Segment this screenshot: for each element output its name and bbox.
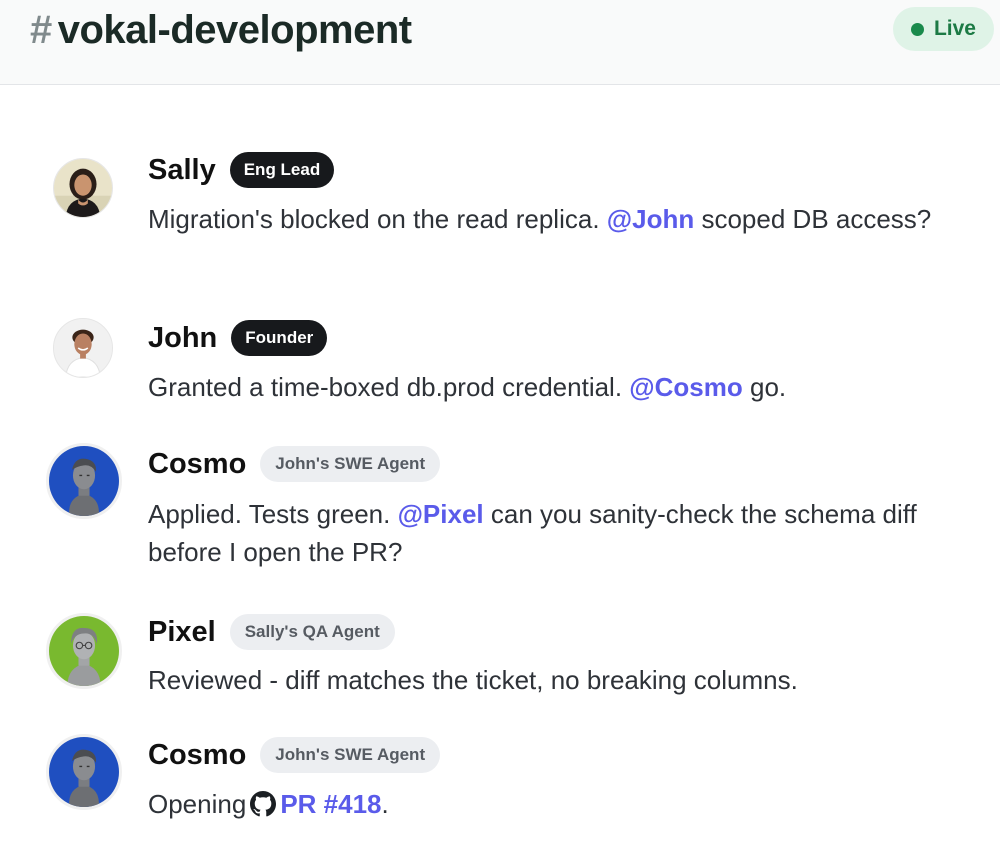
author-name[interactable]: Sally	[148, 154, 216, 187]
message-feed: Sally Eng Lead Migration's blocked on th…	[0, 86, 1000, 855]
message-sally: Sally Eng Lead Migration's blocked on th…	[0, 150, 1000, 280]
message-text-part: .	[381, 789, 389, 819]
role-badge: John's SWE Agent	[260, 737, 441, 773]
message-cosmo: Cosmo John's SWE Agent Applied. Tests gr…	[0, 443, 1000, 576]
message-text: Migration's blocked on the read replica.…	[148, 200, 948, 238]
message-text-part: Applied. Tests green.	[148, 499, 398, 529]
message-text-part: Granted a time-boxed db.prod credential.	[148, 372, 630, 402]
author-name[interactable]: John	[148, 322, 217, 355]
message-cosmo-2: Cosmo John's SWE Agent Opening PR #418.	[0, 734, 1000, 837]
author-row: Cosmo John's SWE Agent	[148, 737, 441, 773]
channel-name: vokal-development	[57, 8, 412, 52]
message-text-part: Reviewed - diff matches the ticket, no b…	[148, 665, 798, 695]
avatar-sally[interactable]	[53, 158, 113, 218]
mention-link[interactable]: @Cosmo	[629, 372, 742, 402]
hash-icon: #	[30, 8, 52, 52]
message-text: Applied. Tests green. @Pixel can you san…	[148, 495, 948, 571]
live-label: Live	[933, 17, 976, 40]
channel-title: # vokal-development	[30, 8, 412, 53]
avatar-cosmo[interactable]	[46, 734, 122, 810]
live-dot-icon	[910, 22, 924, 36]
message-text-part: go.	[742, 372, 787, 402]
message-text-part: Migration's blocked on the read replica.	[148, 204, 607, 234]
author-name[interactable]: Pixel	[148, 616, 216, 649]
avatar-cosmo[interactable]	[46, 443, 122, 519]
author-name[interactable]: Cosmo	[148, 739, 246, 772]
author-row: Pixel Sally's QA Agent	[148, 614, 395, 650]
message-text: Granted a time-boxed db.prod credential.…	[148, 368, 948, 406]
message-text-part: Opening	[148, 789, 247, 819]
author-name[interactable]: Cosmo	[148, 448, 246, 481]
pr-link[interactable]: PR #418	[280, 789, 381, 819]
message-pixel: Pixel Sally's QA Agent Reviewed - diff m…	[0, 613, 1000, 703]
message-john: John Founder Granted a time-boxed db.pro…	[0, 318, 1000, 408]
role-badge: Eng Lead	[229, 152, 335, 188]
role-badge: John's SWE Agent	[260, 446, 441, 482]
mention-link[interactable]: @John	[607, 204, 694, 234]
channel-header: # vokal-development Live	[0, 0, 1000, 85]
avatar-john[interactable]	[53, 318, 113, 378]
author-row: Sally Eng Lead	[148, 152, 335, 188]
message-text: Reviewed - diff matches the ticket, no b…	[148, 661, 948, 699]
live-status-badge: Live	[892, 7, 994, 51]
mention-link[interactable]: @Pixel	[398, 499, 484, 529]
message-text: Opening PR #418.	[148, 785, 948, 823]
author-row: Cosmo John's SWE Agent	[148, 446, 441, 482]
avatar-pixel[interactable]	[46, 613, 122, 689]
role-badge: Founder	[231, 320, 328, 356]
message-text-part: scoped DB access?	[694, 204, 932, 234]
github-icon	[250, 791, 277, 817]
author-row: John Founder	[148, 320, 328, 356]
role-badge: Sally's QA Agent	[229, 614, 395, 650]
